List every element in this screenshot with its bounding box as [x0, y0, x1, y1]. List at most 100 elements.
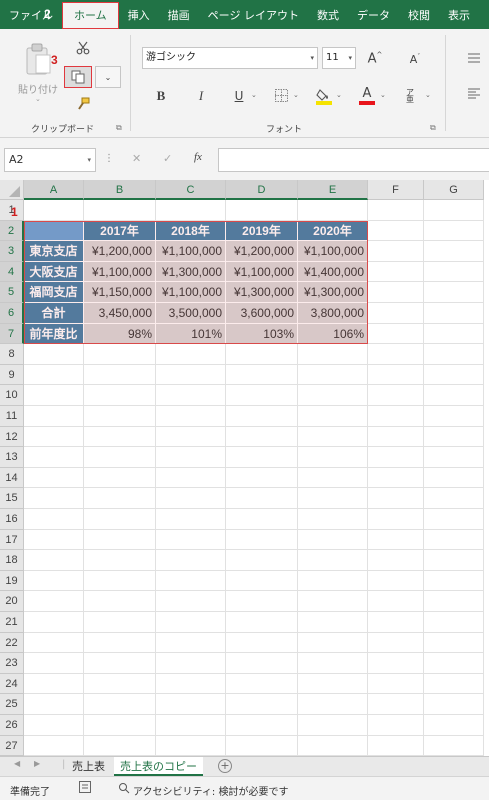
cell-f13[interactable]: [368, 447, 424, 468]
column-header-g[interactable]: G: [424, 180, 484, 200]
cell-f14[interactable]: [368, 467, 424, 489]
cell-d12[interactable]: [226, 426, 298, 448]
row-header[interactable]: 15: [0, 488, 24, 509]
phonetic-guide-button[interactable]: ア亜: [403, 86, 417, 106]
cell-e23[interactable]: [298, 653, 368, 674]
cell-c21[interactable]: [156, 612, 226, 633]
row-header[interactable]: 3: [0, 241, 24, 262]
cell-g5[interactable]: [424, 282, 484, 303]
cell-e5[interactable]: ¥1,300,000: [298, 282, 368, 303]
cell-a11[interactable]: [24, 406, 84, 427]
fill-color-button[interactable]: [315, 86, 333, 106]
cell-e4[interactable]: ¥1,400,000: [298, 261, 368, 283]
font-launcher-icon[interactable]: ⧉: [430, 123, 436, 133]
cell-c23[interactable]: [156, 653, 226, 674]
cell-g9[interactable]: [424, 364, 484, 386]
tab-review[interactable]: 校閲: [399, 0, 439, 29]
row-header[interactable]: 2: [0, 220, 24, 242]
cell-d23[interactable]: [226, 653, 298, 674]
cell-f16[interactable]: [368, 509, 424, 530]
cell-f17[interactable]: [368, 529, 424, 551]
cell-a19[interactable]: [24, 570, 84, 592]
cell-a4[interactable]: 大阪支店: [24, 261, 84, 283]
cell-f23[interactable]: [368, 653, 424, 674]
cell-d19[interactable]: [226, 570, 298, 592]
cell-e12[interactable]: [298, 426, 368, 448]
cell-f9[interactable]: [368, 364, 424, 386]
cell-d11[interactable]: [226, 406, 298, 427]
cell-g2[interactable]: [424, 220, 484, 242]
shrink-font-button[interactable]: Aˇ: [404, 48, 426, 70]
cell-b27[interactable]: [84, 735, 156, 756]
row-header[interactable]: 4: [0, 261, 24, 283]
clipboard-launcher-icon[interactable]: ⧉: [116, 123, 122, 133]
cell-b11[interactable]: [84, 406, 156, 427]
cell-a3[interactable]: 東京支店: [24, 241, 84, 262]
cancel-entry-icon[interactable]: ✕: [132, 152, 141, 165]
cell-e19[interactable]: [298, 570, 368, 592]
cell-d9[interactable]: [226, 364, 298, 386]
row-header[interactable]: 9: [0, 364, 24, 386]
cell-c4[interactable]: ¥1,300,000: [156, 261, 226, 283]
cell-e21[interactable]: [298, 612, 368, 633]
cell-b20[interactable]: [84, 591, 156, 612]
cell-a26[interactable]: [24, 715, 84, 736]
macro-record-icon[interactable]: [79, 781, 91, 796]
cell-c12[interactable]: [156, 426, 226, 448]
tab-view[interactable]: 表示: [439, 0, 479, 29]
cell-a1[interactable]: [24, 200, 84, 221]
cell-d25[interactable]: [226, 694, 298, 715]
cell-b1[interactable]: [84, 200, 156, 221]
cell-b24[interactable]: [84, 673, 156, 695]
cell-g3[interactable]: [424, 241, 484, 262]
cell-d15[interactable]: [226, 488, 298, 509]
cell-f24[interactable]: [368, 673, 424, 695]
borders-button[interactable]: [273, 87, 289, 103]
cell-c8[interactable]: [156, 344, 226, 365]
cell-a13[interactable]: [24, 447, 84, 468]
sheet-next-icon[interactable]: ▶: [34, 759, 40, 768]
cell-b8[interactable]: [84, 344, 156, 365]
cell-d13[interactable]: [226, 447, 298, 468]
row-header[interactable]: 14: [0, 467, 24, 489]
cell-a8[interactable]: [24, 344, 84, 365]
cell-d16[interactable]: [226, 509, 298, 530]
cell-d21[interactable]: [226, 612, 298, 633]
cell-b4[interactable]: ¥1,100,000: [84, 261, 156, 283]
cell-c15[interactable]: [156, 488, 226, 509]
row-header[interactable]: 8: [0, 344, 24, 365]
cell-a22[interactable]: [24, 632, 84, 654]
cell-c9[interactable]: [156, 364, 226, 386]
cell-b10[interactable]: [84, 385, 156, 406]
cell-c22[interactable]: [156, 632, 226, 654]
row-header[interactable]: 6: [0, 303, 24, 324]
cell-d24[interactable]: [226, 673, 298, 695]
column-header-d[interactable]: D: [226, 180, 298, 200]
column-header-e[interactable]: E: [298, 180, 368, 200]
cell-g26[interactable]: [424, 715, 484, 736]
italic-button[interactable]: I: [192, 85, 210, 107]
tab-draw[interactable]: 描画: [159, 0, 199, 29]
cell-g7[interactable]: [424, 323, 484, 345]
cell-b14[interactable]: [84, 467, 156, 489]
cell-d18[interactable]: [226, 550, 298, 571]
cell-a27[interactable]: [24, 735, 84, 756]
borders-chevron-icon[interactable]: ⌄: [293, 91, 299, 99]
cell-g23[interactable]: [424, 653, 484, 674]
cell-f15[interactable]: [368, 488, 424, 509]
cell-a9[interactable]: [24, 364, 84, 386]
paste-button[interactable]: [22, 39, 54, 79]
cell-b18[interactable]: [84, 550, 156, 571]
cell-a10[interactable]: [24, 385, 84, 406]
row-header[interactable]: 13: [0, 447, 24, 468]
cell-c10[interactable]: [156, 385, 226, 406]
align-left-button[interactable]: [467, 87, 481, 101]
row-header[interactable]: 24: [0, 673, 24, 695]
cell-g15[interactable]: [424, 488, 484, 509]
cell-d3[interactable]: ¥1,200,000: [226, 241, 298, 262]
cell-a21[interactable]: [24, 612, 84, 633]
cell-e14[interactable]: [298, 467, 368, 489]
cell-d26[interactable]: [226, 715, 298, 736]
worksheet-grid[interactable]: A B C D E F G 1 2 2017年 2018年 2019年 2020年 3 東京支店 ¥1,200…: [0, 180, 489, 756]
font-size-select[interactable]: 11 ▾: [322, 47, 356, 69]
